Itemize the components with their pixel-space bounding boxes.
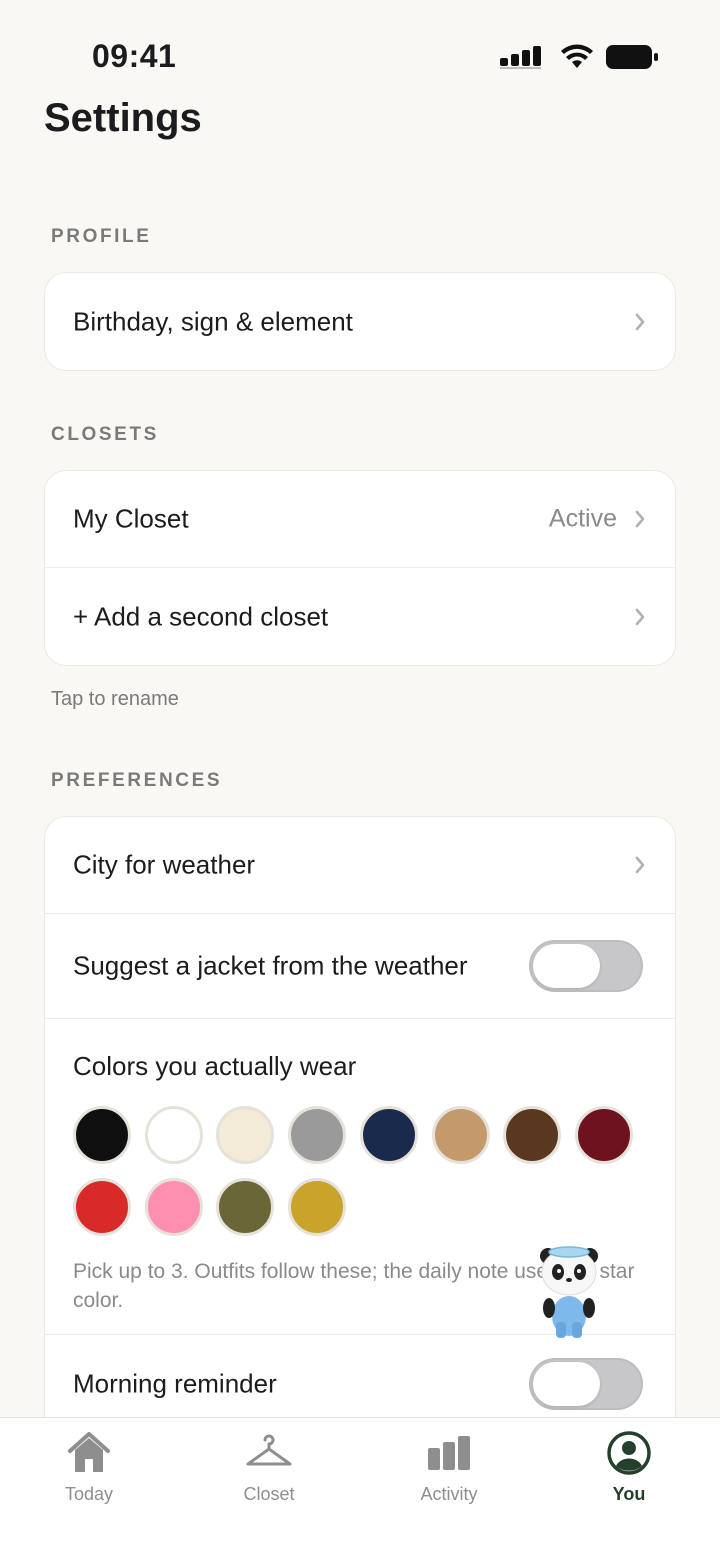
panda-mascot-icon[interactable] [534, 1242, 604, 1342]
status-time: 09:41 [92, 38, 177, 74]
color-swatch[interactable] [73, 1178, 131, 1236]
section-label-closets: CLOSETS [51, 424, 159, 445]
chevron-right-icon [635, 510, 645, 528]
profile-icon [607, 1431, 651, 1475]
status-bar: 09:41 [0, 0, 720, 100]
color-swatch[interactable] [288, 1178, 347, 1236]
color-swatch[interactable] [144, 1178, 203, 1236]
row-birthday-sign-element[interactable]: Birthday, sign & element [45, 273, 675, 370]
section-label-profile: PROFILE [51, 226, 152, 247]
tab-you[interactable]: You [559, 1428, 699, 1505]
reminder-toggle[interactable] [529, 1358, 643, 1410]
preferences-card: City for weather Suggest a jacket from t… [44, 816, 676, 1456]
colors-title: Colors you actually wear [73, 1051, 357, 1081]
tab-today[interactable]: Today [19, 1428, 159, 1505]
row-label: Morning reminder [73, 1368, 277, 1399]
profile-card: Birthday, sign & element [44, 272, 676, 371]
color-swatch[interactable] [144, 1106, 203, 1164]
chevron-right-icon [635, 313, 645, 330]
closet-status-value: Active [548, 504, 617, 533]
status-icons [500, 44, 658, 70]
row-suggest-jacket: Suggest a jacket from the weather [45, 914, 675, 1019]
color-swatch[interactable] [216, 1178, 275, 1236]
row-label: My Closet [73, 503, 189, 534]
color-swatch[interactable] [359, 1106, 418, 1164]
tab-label: Closet [243, 1484, 295, 1504]
toggle-knob [533, 1362, 600, 1406]
color-swatch[interactable] [216, 1106, 275, 1164]
tab-bar: Today Closet Activity You [0, 1417, 720, 1566]
tab-label: You [612, 1484, 646, 1504]
row-label: Birthday, sign & element [73, 306, 353, 336]
toggle-knob [533, 944, 600, 988]
row-add-second-closet[interactable]: + Add a second closet [45, 568, 675, 665]
color-swatch[interactable] [288, 1106, 347, 1164]
color-swatch[interactable] [574, 1106, 633, 1164]
hanger-icon [246, 1434, 292, 1466]
row-my-closet[interactable]: My Closet Active [45, 471, 675, 568]
row-label: Suggest a jacket from the weather [73, 950, 468, 981]
row-city-for-weather[interactable]: City for weather [45, 817, 675, 914]
wifi-icon [561, 44, 593, 68]
tab-label: Activity [420, 1484, 478, 1504]
color-swatch[interactable] [431, 1106, 490, 1164]
battery-icon [606, 45, 658, 69]
tab-closet[interactable]: Closet [199, 1428, 339, 1505]
page-title: Settings [44, 96, 202, 140]
row-label: City for weather [73, 849, 256, 880]
closets-hint: Tap to rename [51, 688, 179, 710]
closets-card: My Closet Active + Add a second closet [44, 470, 676, 666]
section-label-preferences: PREFERENCES [51, 770, 223, 791]
color-swatch[interactable] [503, 1106, 562, 1164]
bar-chart-icon [428, 1436, 470, 1470]
home-icon [68, 1432, 110, 1472]
tab-activity[interactable]: Activity [379, 1428, 519, 1505]
row-label: + Add a second closet [73, 601, 329, 631]
color-swatch[interactable] [73, 1106, 131, 1164]
cellular-signal-icon [500, 46, 541, 69]
tab-label: Today [64, 1484, 114, 1504]
chevron-right-icon [635, 608, 645, 625]
jacket-toggle[interactable] [529, 940, 643, 992]
chevron-right-icon [635, 856, 645, 874]
